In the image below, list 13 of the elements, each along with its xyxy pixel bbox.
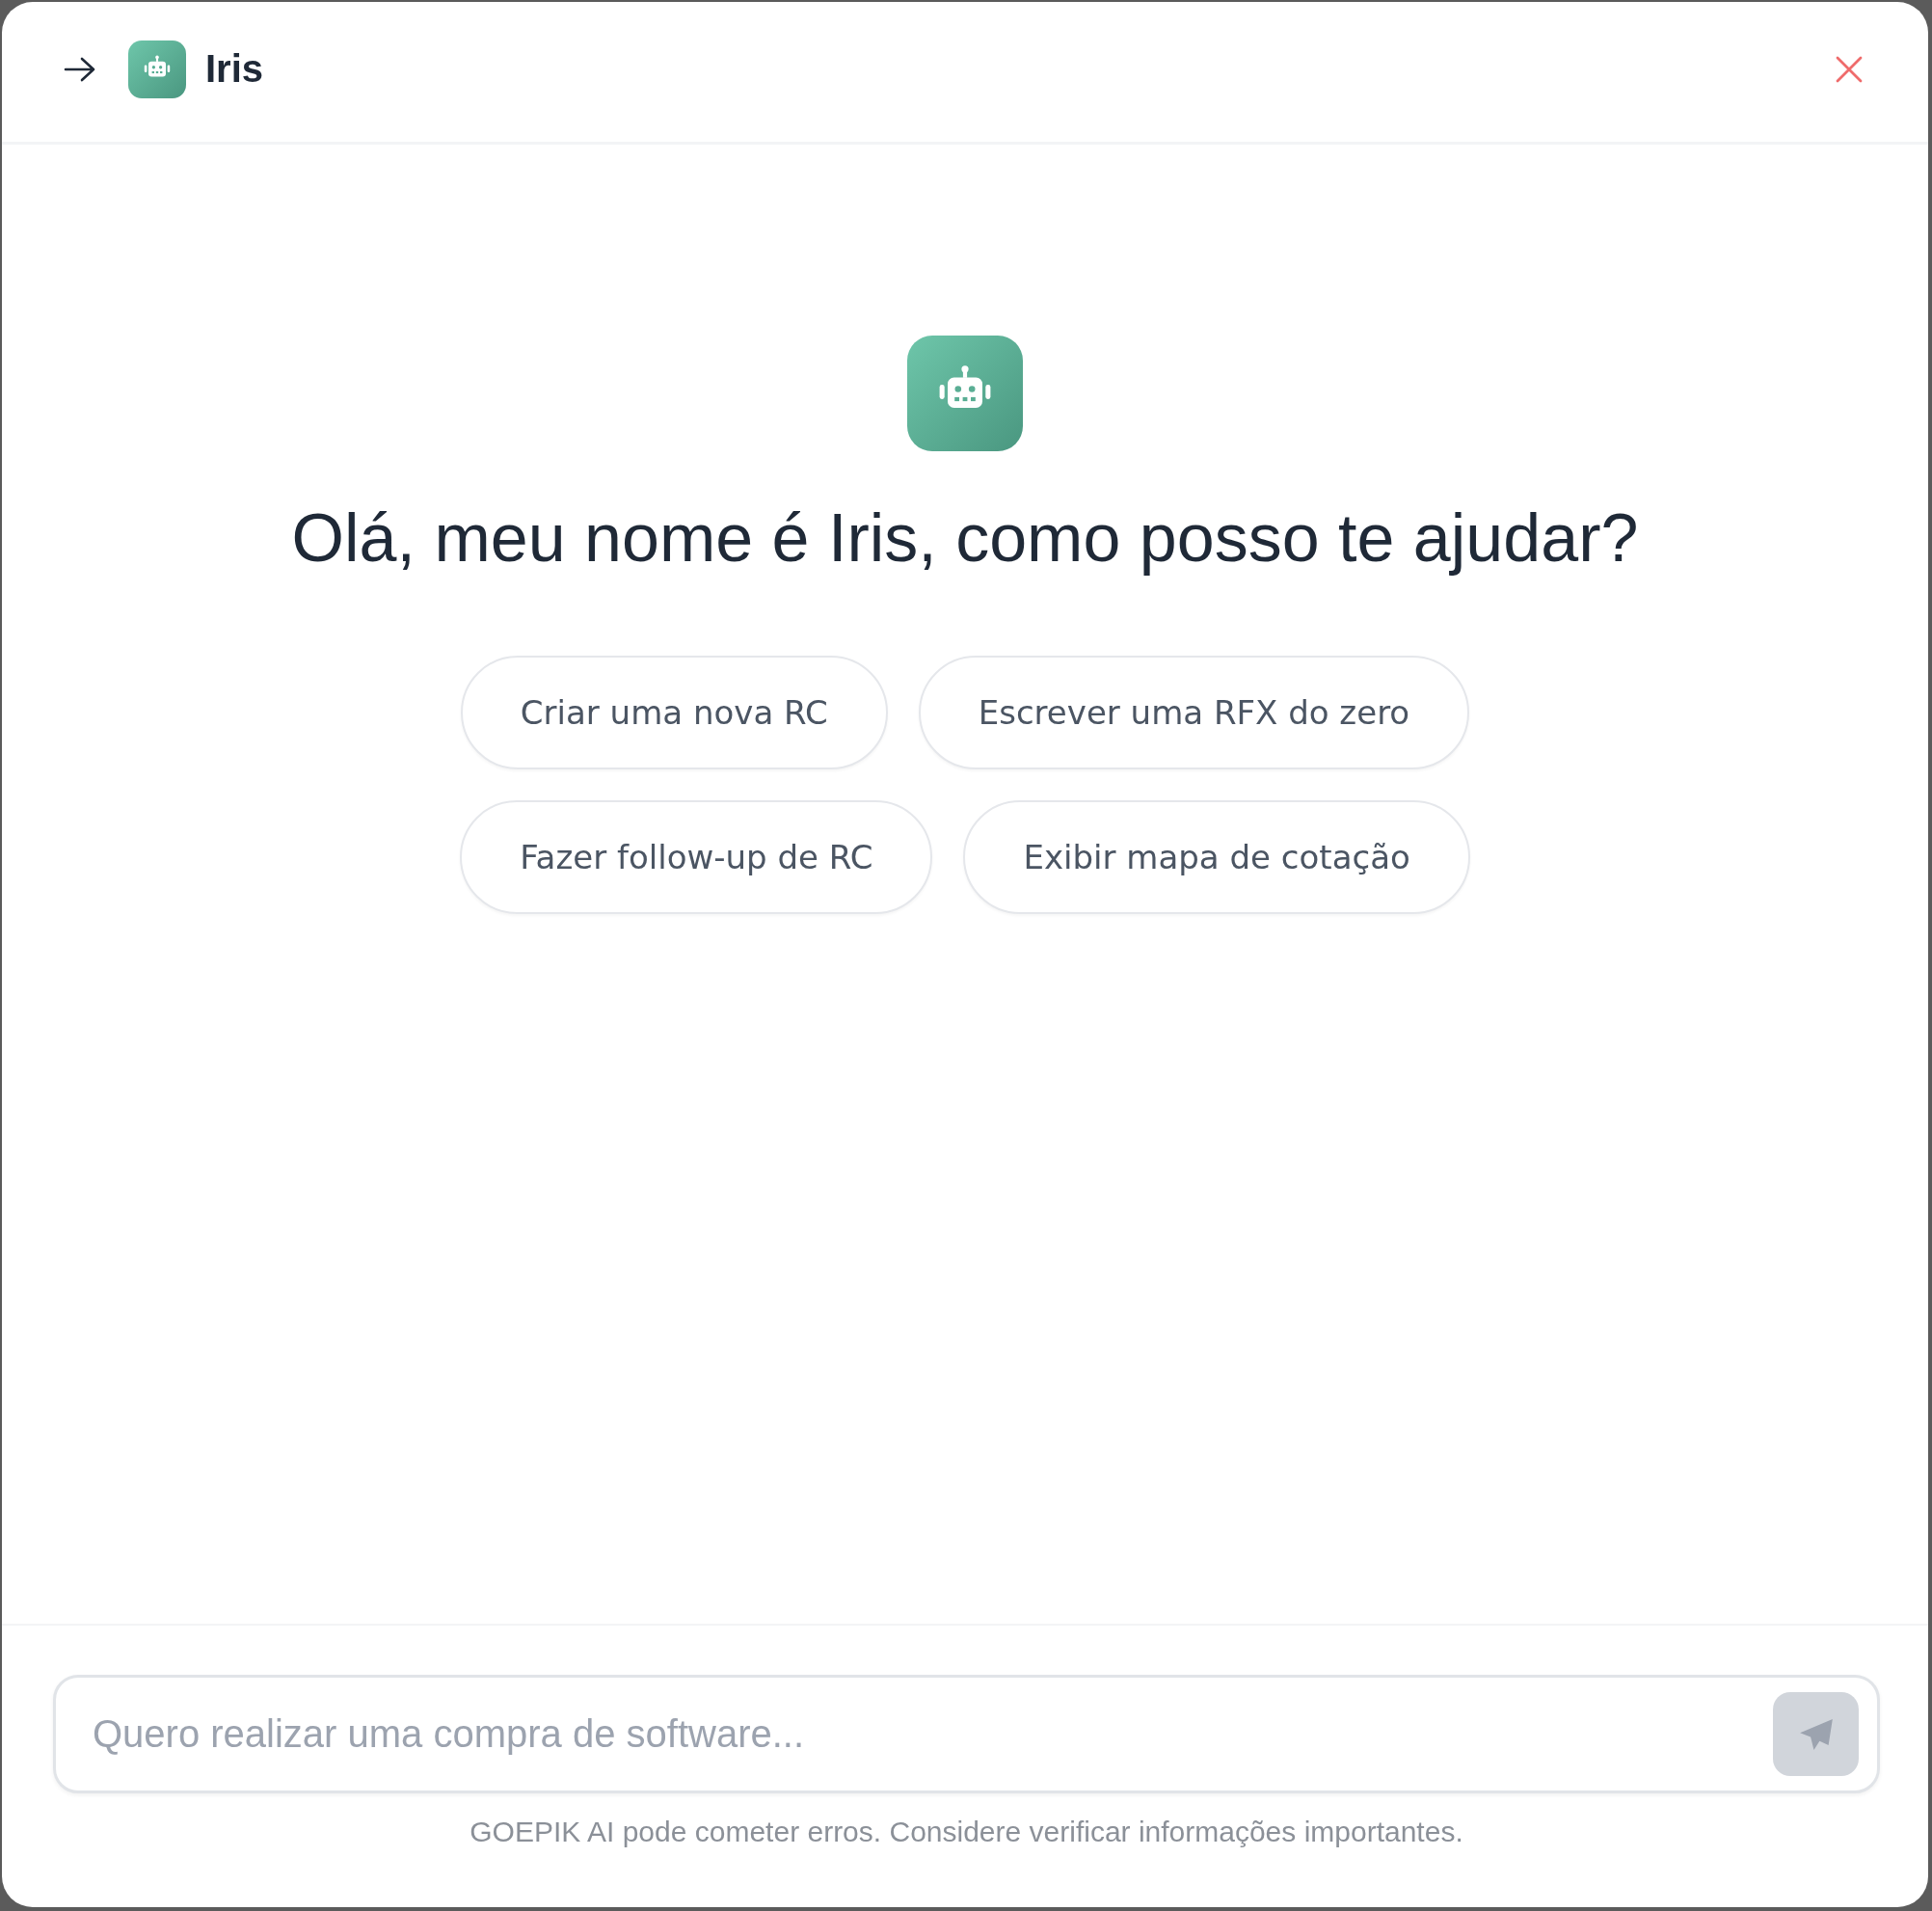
arrow-right-icon[interactable] — [64, 56, 96, 82]
disclaimer-text: GOEPIK AI pode cometer erros. Considere verificar informações importantes. — [470, 1815, 1463, 1849]
suggestion-button[interactable]: Exibir mapa de cotação — [963, 800, 1470, 914]
close-icon[interactable] — [1836, 55, 1863, 83]
assistant-name: Iris — [205, 47, 264, 91]
robot-icon — [907, 336, 1023, 451]
suggestion-button[interactable]: Criar uma nova RC — [460, 656, 888, 769]
greeting-heading: Olá, meu nome é Iris, como posso te ajudar? — [291, 499, 1639, 578]
robot-icon — [128, 40, 186, 98]
message-input[interactable]: Quero realizar uma compra de software... — [53, 1675, 1880, 1793]
paper-plane-icon — [1799, 1718, 1833, 1750]
suggestion-button[interactable]: Escrever uma RFX do zero — [918, 656, 1470, 769]
suggestion-button[interactable]: Fazer follow-up de RC — [460, 800, 933, 914]
